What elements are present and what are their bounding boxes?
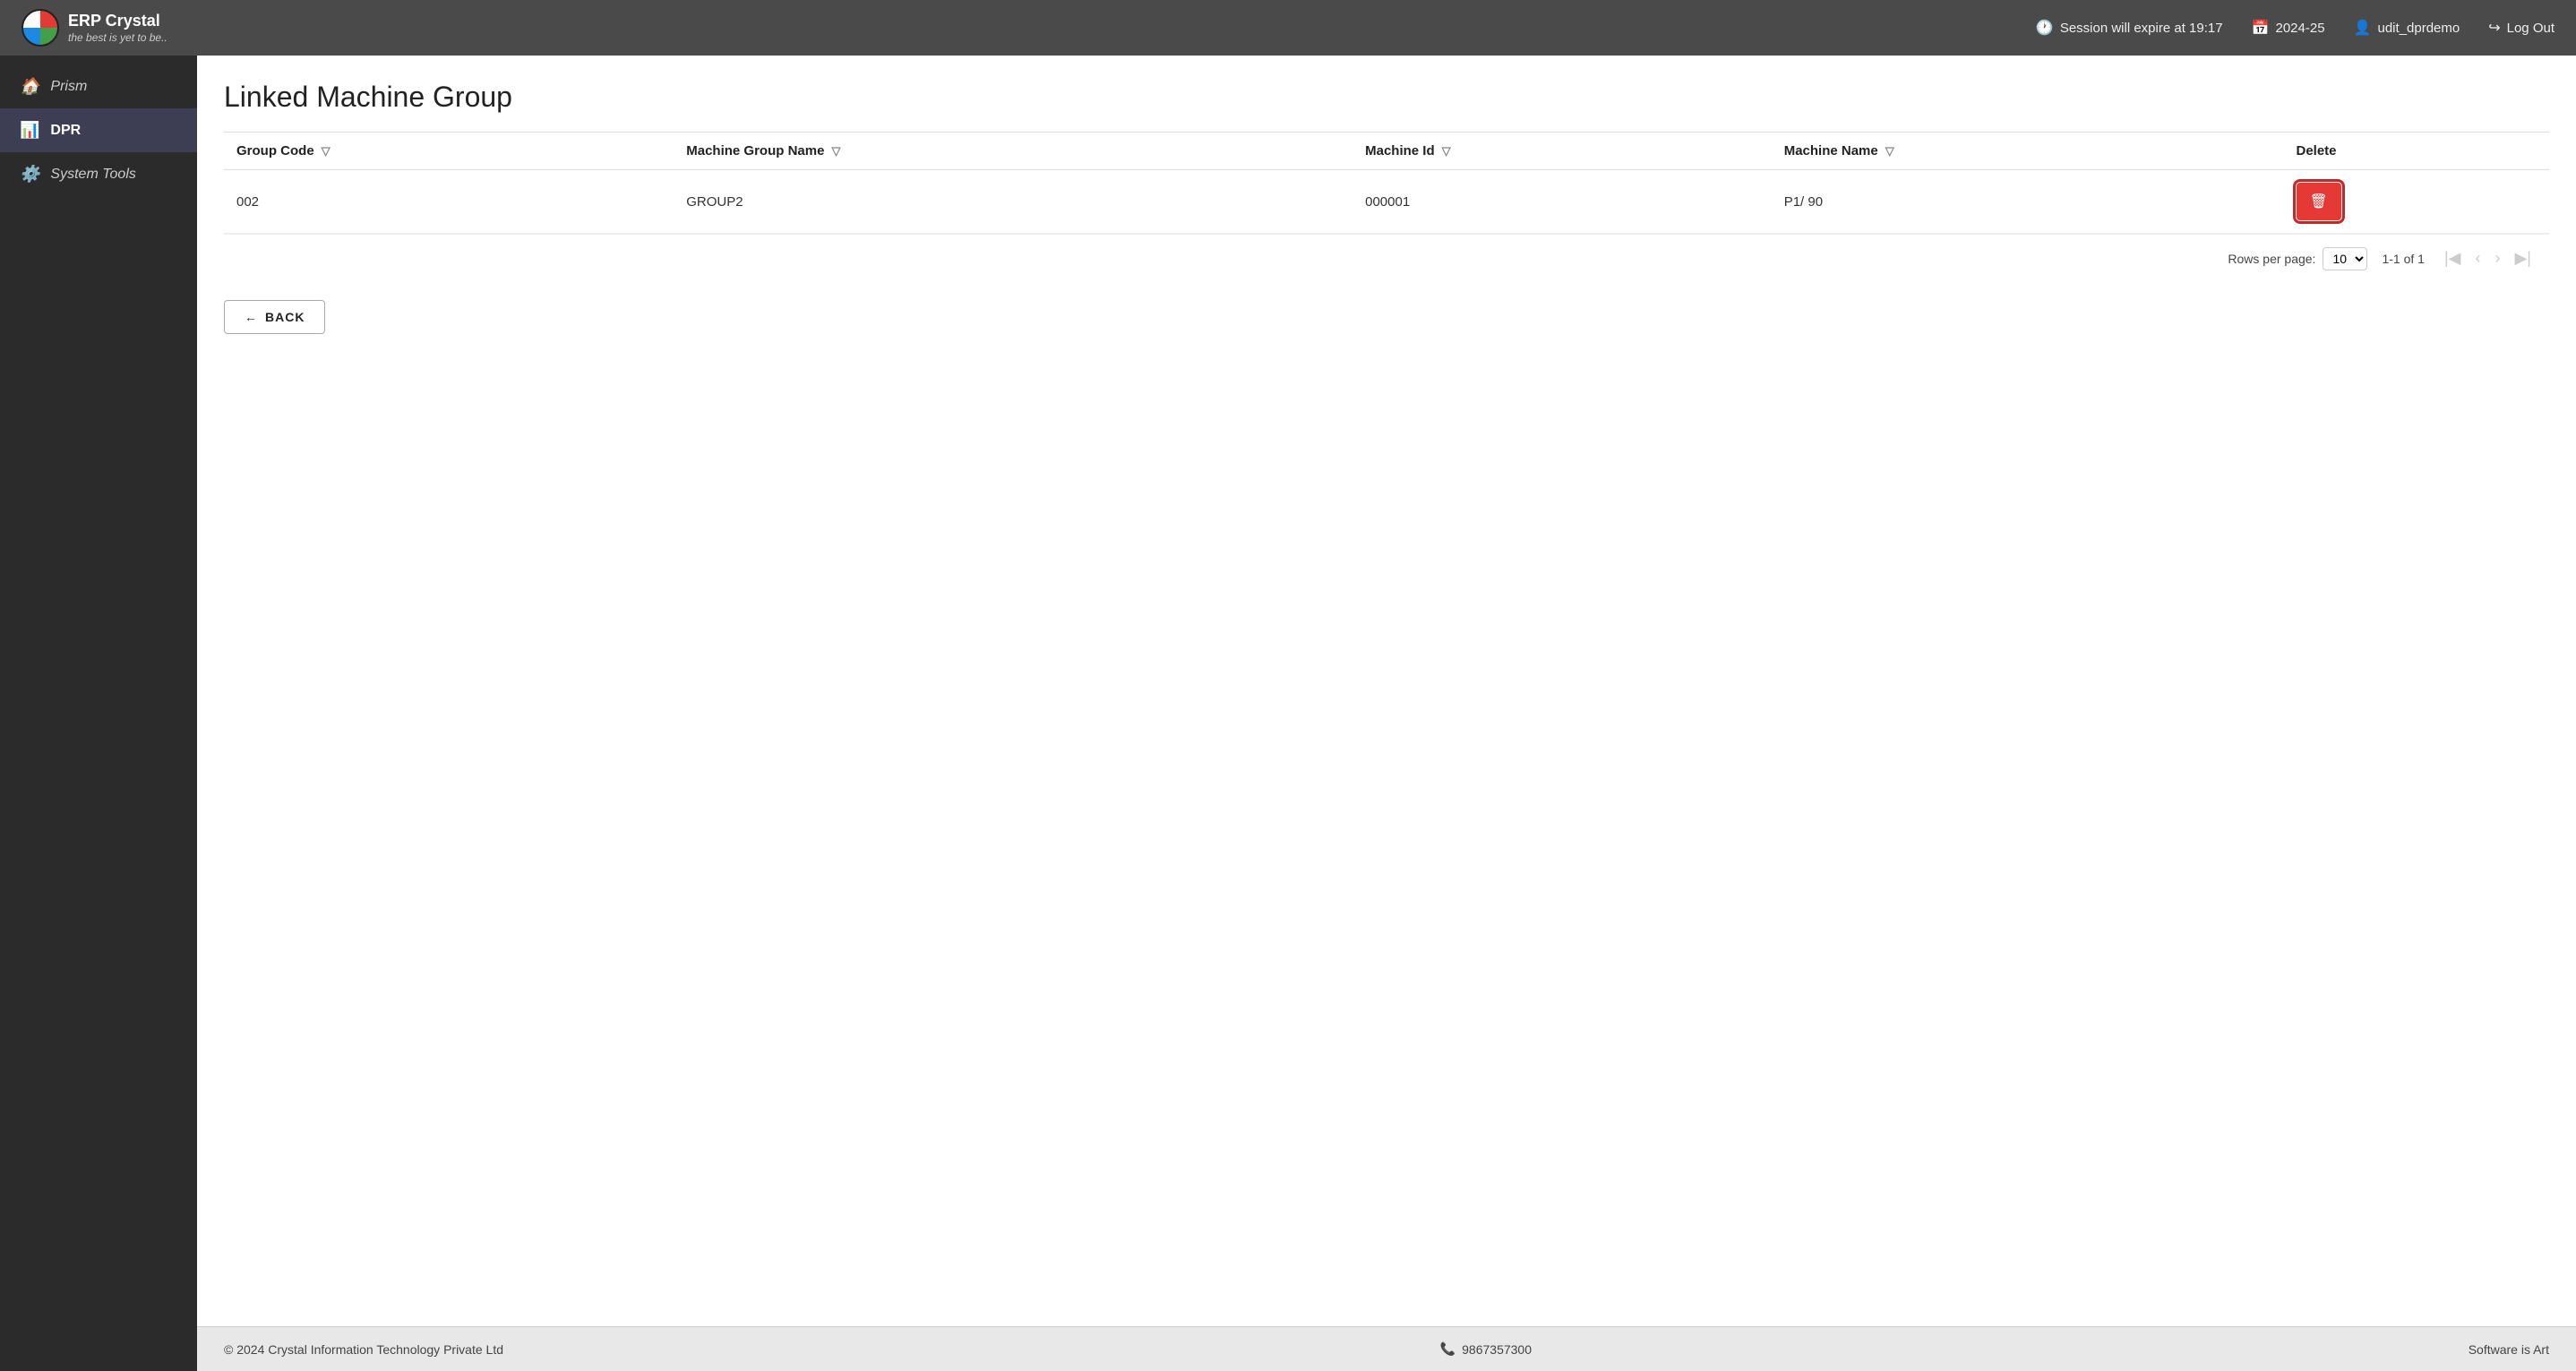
footer-tagline: Software is Art — [2469, 1342, 2549, 1357]
table-header-row: Group Code ▽ Machine Group Name ▽ — [224, 133, 2549, 170]
col-header-machine-name: Machine Name ▽ — [1772, 133, 2284, 170]
col-header-machine-group-name: Machine Group Name ▽ — [674, 133, 1352, 170]
year-text: 2024-25 — [2276, 21, 2325, 36]
layout: 🏠 Prism 📊 DPR ⚙️ System Tools Linked Mac… — [0, 56, 2576, 1371]
rows-per-page: Rows per page: 10 25 50 — [2228, 247, 2367, 270]
app-title: ERP Crystal — [68, 12, 167, 31]
user-icon: 👤 — [2354, 19, 2372, 37]
pagination: Rows per page: 10 25 50 1-1 of 1 |◀ ‹ › … — [224, 234, 2549, 282]
page-info: 1-1 of 1 — [2382, 252, 2424, 266]
phone-number: 9867357300 — [1462, 1342, 1532, 1357]
last-page-button[interactable]: ▶| — [2509, 245, 2537, 271]
phone-icon: 📞 — [1440, 1341, 1455, 1357]
cell-delete: 🗑 — [2284, 170, 2550, 234]
logout-icon: ↪ — [2488, 19, 2500, 37]
cell-machine-id: 000001 — [1352, 170, 1772, 234]
cell-machine-group-name: GROUP2 — [674, 170, 1352, 234]
back-label: BACK — [265, 310, 305, 324]
table-row: 002 GROUP2 000001 P1/ 90 🗑 — [224, 170, 2549, 234]
clock-icon: 🕐 — [2036, 19, 2054, 37]
next-page-button[interactable]: › — [2489, 245, 2505, 271]
pagination-nav: |◀ ‹ › ▶| — [2439, 245, 2537, 271]
header-meta: 🕐 Session will expire at 19:17 📅 2024-25… — [2036, 19, 2555, 37]
back-arrow-icon: ← — [245, 310, 258, 324]
filter-icon-machine-name[interactable]: ▽ — [1885, 144, 1894, 159]
col-header-group-code: Group Code ▽ — [224, 133, 674, 170]
app-subtitle: the best is yet to be.. — [68, 31, 167, 44]
chart-icon: 📊 — [20, 121, 39, 140]
username-text: udit_dprdemo — [2377, 21, 2460, 36]
back-button[interactable]: ← BACK — [224, 300, 325, 334]
year-info: 📅 2024-25 — [2252, 19, 2325, 37]
sidebar-label-system-tools: System Tools — [50, 167, 135, 183]
logo-icon — [21, 9, 59, 47]
header: ERP Crystal the best is yet to be.. 🕐 Se… — [0, 0, 2576, 56]
sidebar: 🏠 Prism 📊 DPR ⚙️ System Tools — [0, 56, 197, 1371]
cell-machine-name: P1/ 90 — [1772, 170, 2284, 234]
sidebar-label-dpr: DPR — [50, 123, 81, 139]
logout-button[interactable]: ↪ Log Out — [2488, 19, 2555, 37]
home-icon: 🏠 — [20, 77, 39, 96]
gear-icon: ⚙️ — [20, 165, 39, 184]
rows-per-page-select[interactable]: 10 25 50 — [2323, 247, 2367, 270]
logout-label: Log Out — [2507, 21, 2555, 36]
footer: © 2024 Crystal Information Technology Pr… — [197, 1326, 2576, 1371]
sidebar-label-prism: Prism — [50, 79, 87, 95]
col-header-delete: Delete — [2284, 133, 2550, 170]
sidebar-item-dpr[interactable]: 📊 DPR — [0, 108, 197, 152]
calendar-icon: 📅 — [2252, 19, 2270, 37]
sidebar-item-prism[interactable]: 🏠 Prism — [0, 64, 197, 108]
user-info: 👤 udit_dprdemo — [2354, 19, 2460, 37]
page-title: Linked Machine Group — [224, 81, 2549, 114]
footer-phone: 📞 9867357300 — [1440, 1341, 1532, 1357]
logo-text: ERP Crystal the best is yet to be.. — [68, 12, 167, 44]
filter-icon-machine-id[interactable]: ▽ — [1442, 144, 1451, 159]
first-page-button[interactable]: |◀ — [2439, 245, 2467, 271]
session-text: Session will expire at 19:17 — [2060, 21, 2223, 36]
cell-group-code: 002 — [224, 170, 674, 234]
app-logo: ERP Crystal the best is yet to be.. — [21, 9, 167, 47]
sidebar-item-system-tools[interactable]: ⚙️ System Tools — [0, 152, 197, 196]
delete-button[interactable]: 🗑 — [2297, 183, 2341, 220]
filter-icon-machine-group-name[interactable]: ▽ — [831, 144, 840, 159]
col-header-machine-id: Machine Id ▽ — [1352, 133, 1772, 170]
main-content: Linked Machine Group Group Code ▽ Machin — [197, 56, 2576, 1371]
rows-per-page-label: Rows per page: — [2228, 252, 2315, 266]
prev-page-button[interactable]: ‹ — [2469, 245, 2486, 271]
page-content: Linked Machine Group Group Code ▽ Machin — [197, 56, 2576, 1326]
session-info: 🕐 Session will expire at 19:17 — [2036, 19, 2223, 37]
linked-machine-group-table: Group Code ▽ Machine Group Name ▽ — [224, 132, 2549, 234]
filter-icon-group-code[interactable]: ▽ — [322, 144, 331, 159]
footer-copyright: © 2024 Crystal Information Technology Pr… — [224, 1342, 503, 1357]
